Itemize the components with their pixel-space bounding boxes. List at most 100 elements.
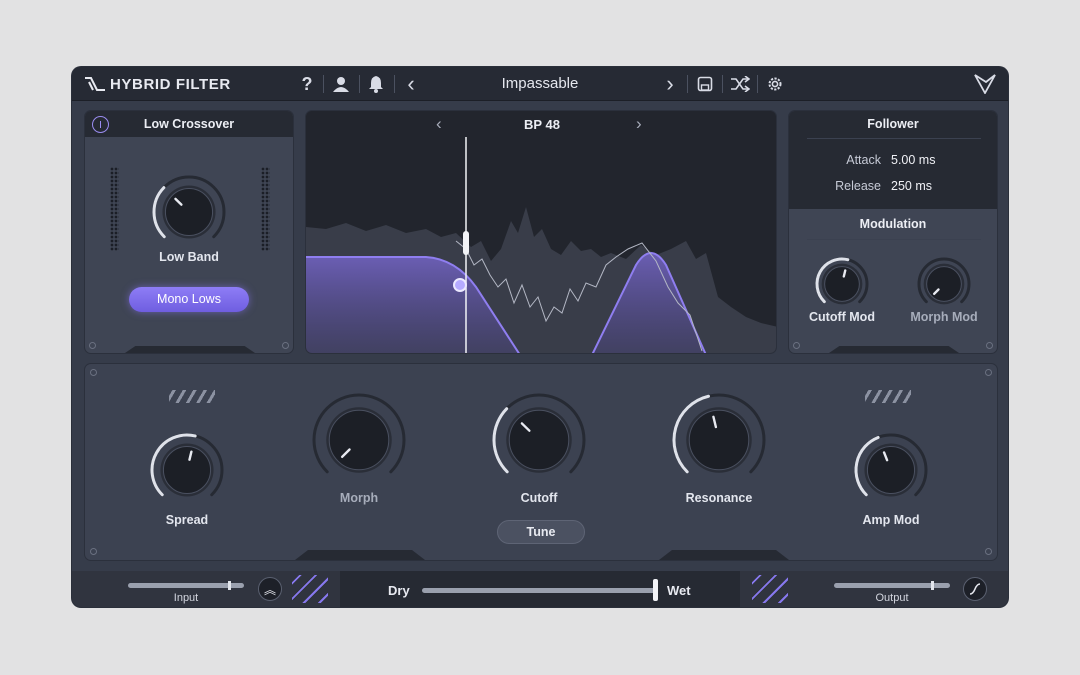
decorative-stripes — [292, 575, 328, 603]
knob-value-arc — [492, 407, 509, 474]
chevron-left-icon[interactable]: ‹ — [398, 71, 424, 96]
chevron-right-icon[interactable]: › — [657, 71, 683, 96]
brand-logo-icon — [974, 74, 996, 94]
follower-modulation-panel: Follower Attack 5.00 ms Release 250 ms M… — [788, 110, 998, 354]
expand-up-icon[interactable]: ︽ — [258, 577, 282, 601]
app-title: HYBRID FILTER — [110, 76, 231, 93]
low-crossover-title: Low Crossover — [85, 111, 293, 137]
divider — [807, 239, 981, 240]
modulation-title: Modulation — [859, 217, 927, 231]
gear-icon[interactable] — [762, 73, 788, 95]
knob-body — [866, 445, 916, 495]
panel-tab — [659, 550, 789, 560]
header-bar: HYBRID FILTER ? ‹ Impassable › — [72, 67, 1008, 101]
header-divider — [323, 75, 324, 93]
notification-bell-icon[interactable] — [363, 73, 389, 95]
screw — [986, 342, 993, 349]
account-icon[interactable] — [328, 73, 354, 95]
follower-title: Follower — [867, 117, 919, 131]
shuffle-icon[interactable] — [727, 73, 753, 95]
tune-button[interactable]: Tune — [497, 520, 585, 544]
wet-label: Wet — [667, 583, 691, 598]
spread-knob[interactable] — [149, 432, 225, 508]
morph-mod-knob[interactable] — [916, 256, 972, 312]
level-meter-right — [261, 167, 270, 251]
level-meter-left — [110, 167, 119, 251]
chevron-left-icon[interactable]: ‹ — [436, 114, 442, 134]
curve-icon[interactable] — [963, 577, 987, 601]
help-icon[interactable]: ? — [294, 73, 320, 95]
output-slider[interactable] — [834, 581, 950, 590]
morph-mod-label: Morph Mod — [910, 310, 978, 324]
knob-pointer — [842, 269, 847, 278]
output-label: Output — [875, 592, 909, 604]
screw — [985, 548, 992, 555]
resonance-knob[interactable] — [671, 392, 767, 488]
preset-name[interactable]: Impassable — [422, 75, 658, 92]
panel-tab — [829, 346, 959, 353]
screw — [282, 342, 289, 349]
amp-mod-label: Amp Mod — [862, 513, 920, 527]
main-controls-panel: Spread Morph Cutoff Resonance Amp Mod Tu… — [84, 363, 998, 561]
output-slider-thumb[interactable] — [930, 581, 934, 590]
filter-response-graph[interactable] — [306, 137, 777, 354]
knob-body — [824, 266, 860, 302]
filter-display-panel: ‹ BP 48 › — [305, 110, 777, 354]
amp-mod-knob[interactable] — [853, 432, 929, 508]
panel-tab — [125, 346, 255, 353]
input-label: Input — [173, 592, 199, 604]
mono-lows-button[interactable]: Mono Lows — [129, 287, 249, 312]
morph-label: Morph — [339, 491, 379, 505]
brand-logo-icon — [85, 77, 105, 91]
knob-body — [926, 266, 962, 302]
panel-tab — [295, 550, 425, 560]
release-label: Release — [835, 179, 881, 193]
dry-wet-thumb[interactable] — [653, 579, 658, 601]
header-divider — [359, 75, 360, 93]
filter-type-selector: ‹ BP 48 › — [306, 111, 776, 137]
dry-label: Dry — [388, 583, 410, 598]
follower-section: Follower Attack 5.00 ms Release 250 ms — [789, 111, 997, 209]
power-icon[interactable] — [92, 116, 109, 133]
low-band-label: Low Band — [159, 250, 219, 264]
morph-knob[interactable] — [311, 392, 407, 488]
dry-wet-slider[interactable] — [422, 588, 658, 593]
chevron-right-icon[interactable]: › — [636, 114, 642, 134]
divider — [807, 138, 981, 139]
knob-body — [688, 409, 750, 471]
screw — [985, 369, 992, 376]
attack-label: Attack — [846, 153, 881, 167]
knob-body — [328, 409, 390, 471]
cutoff-node — [453, 278, 467, 292]
input-slider-thumb[interactable] — [228, 581, 232, 590]
input-slider[interactable] — [128, 581, 244, 590]
header-divider — [394, 75, 395, 93]
cutoff-label: Cutoff — [520, 491, 558, 505]
decorative-stripes — [169, 390, 215, 403]
plugin-window: HYBRID FILTER ? ‹ Impassable › Low Cross… — [72, 67, 1008, 607]
decorative-stripes — [752, 575, 788, 603]
spread-label: Spread — [165, 513, 209, 527]
decorative-stripes — [865, 390, 911, 403]
low-crossover-panel: Low Crossover Low Band Mono Lows — [84, 110, 294, 354]
cutoff-mod-knob[interactable] — [814, 256, 870, 312]
filter-type-label[interactable]: BP 48 — [492, 117, 592, 132]
screw — [90, 548, 97, 555]
knob-body — [508, 409, 570, 471]
knob-body — [162, 445, 212, 495]
knob-body — [164, 187, 214, 237]
footer-bar: Input ︽ Dry Wet Output — [72, 571, 1008, 607]
header-divider — [722, 75, 723, 93]
low-band-knob[interactable] — [151, 174, 227, 250]
screw — [89, 342, 96, 349]
cutoff-knob[interactable] — [491, 392, 587, 488]
header-divider — [687, 75, 688, 93]
header-divider — [757, 75, 758, 93]
save-icon[interactable] — [692, 73, 718, 95]
resonance-label: Resonance — [685, 491, 753, 505]
screw — [793, 342, 800, 349]
screw — [90, 369, 97, 376]
attack-value[interactable]: 5.00 ms — [891, 153, 935, 167]
crossover-handle — [463, 231, 469, 255]
release-value[interactable]: 250 ms — [891, 179, 932, 193]
